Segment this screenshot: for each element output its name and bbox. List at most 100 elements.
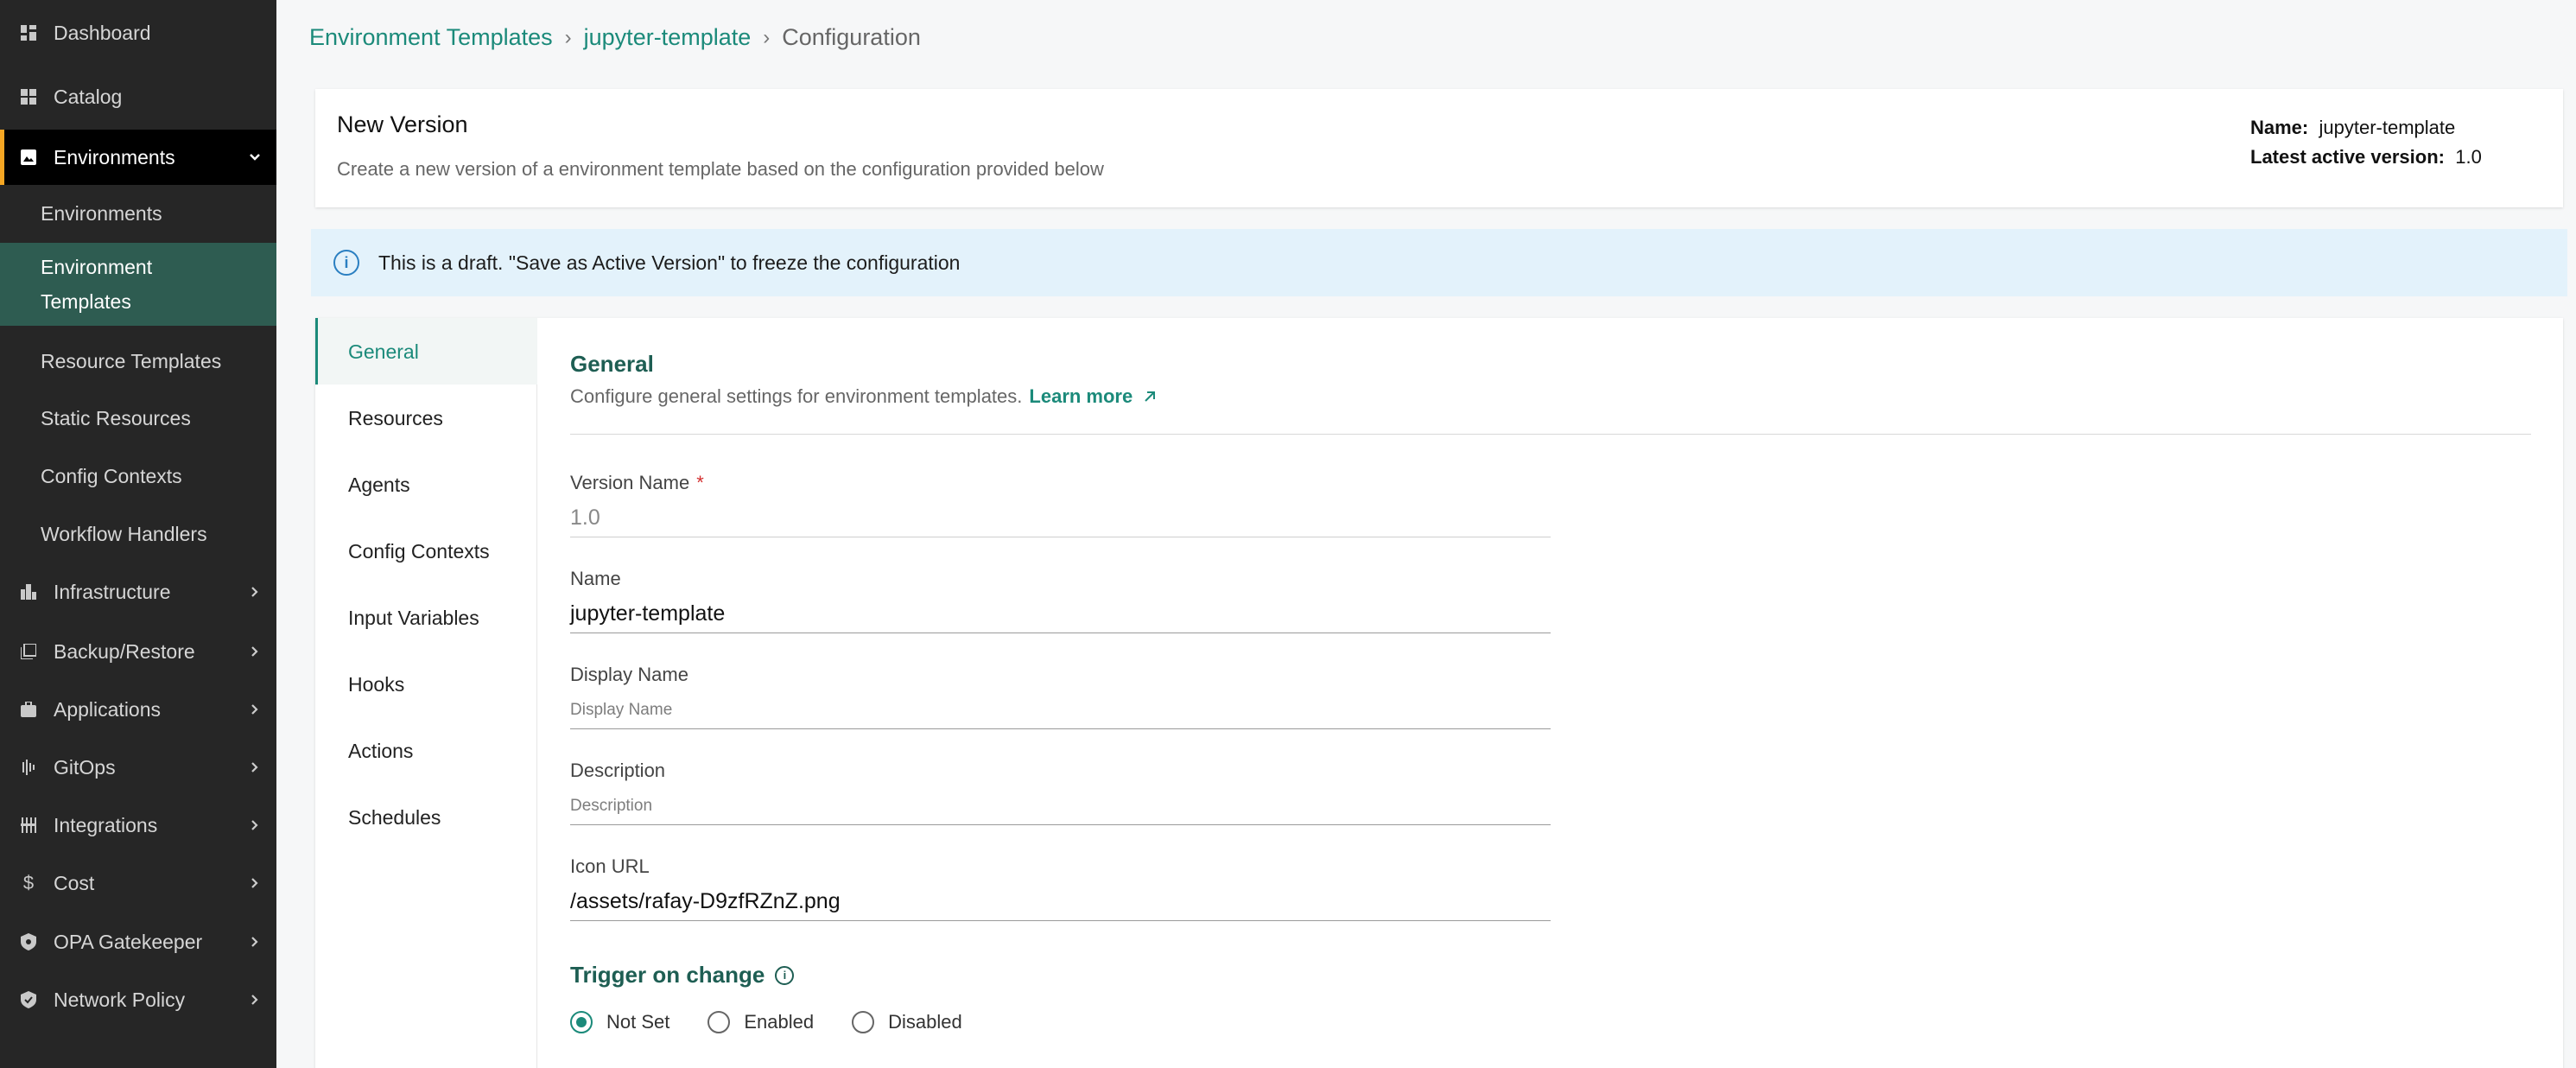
- radio-disabled[interactable]: Disabled: [852, 1011, 962, 1033]
- description-input[interactable]: Description: [570, 787, 1551, 825]
- sidebar-item-catalog[interactable]: Catalog: [0, 79, 276, 114]
- tab-actions[interactable]: Actions: [315, 717, 537, 784]
- sidebar-subitem-resource-templates[interactable]: Resource Templates: [0, 344, 276, 378]
- sidebar-item-dashboard[interactable]: Dashboard: [0, 16, 276, 50]
- sidebar-item-cost[interactable]: $ Cost: [0, 866, 276, 900]
- icon-url-field: Icon URL /assets/rafay-D9zfRZnZ.png: [570, 855, 1551, 921]
- page-description: Create a new version of a environment te…: [337, 158, 1104, 180]
- info-icon[interactable]: i: [775, 965, 795, 985]
- sidebar-subitem-label: Environments: [41, 202, 162, 225]
- trigger-on-change: Trigger on change i: [570, 962, 795, 989]
- sidebar-subitem-label: Workflow Handlers: [41, 523, 207, 545]
- version-name-label-text: Version Name: [570, 472, 690, 493]
- name-label: Name: [570, 568, 621, 589]
- shield-icon: [19, 932, 38, 951]
- section-divider: [570, 434, 2531, 435]
- breadcrumb-separator: ›: [564, 25, 572, 49]
- sidebar-subitem-static-resources[interactable]: Static Resources: [0, 401, 276, 435]
- radio-not-set[interactable]: Not Set: [570, 1011, 669, 1033]
- chevron-right-icon: [249, 877, 261, 889]
- sidebar-item-label: Infrastructure: [54, 580, 171, 603]
- section-description-text: Configure general settings for environme…: [570, 385, 1023, 407]
- description-label: Description: [570, 760, 666, 781]
- tab-schedules[interactable]: Schedules: [315, 784, 537, 850]
- sidebar-subitem-label: Config Contexts: [41, 465, 182, 487]
- sidebar-item-label: Catalog: [54, 85, 123, 108]
- sidebar-item-applications[interactable]: Applications: [0, 692, 276, 727]
- breadcrumb-separator: ›: [763, 25, 771, 49]
- sidebar-item-label: Integrations: [54, 813, 158, 836]
- tab-label: Agents: [348, 474, 410, 496]
- name-field: Name jupyter-template: [570, 568, 1551, 633]
- tab-config-contexts[interactable]: Config Contexts: [315, 518, 537, 584]
- sidebar-subitem-label: Static Resources: [41, 407, 191, 429]
- display-name-placeholder: Display Name: [570, 700, 673, 719]
- radio-label: Not Set: [606, 1011, 670, 1033]
- sidebar-item-label: Cost: [54, 871, 95, 894]
- version-value: 1.0: [2455, 146, 2482, 168]
- sidebar-item-label: Applications: [54, 697, 162, 721]
- radio-dot: [852, 1011, 875, 1033]
- radio-label: Disabled: [888, 1011, 962, 1033]
- chevron-right-icon: [249, 761, 261, 773]
- tab-hooks[interactable]: Hooks: [315, 651, 537, 717]
- sidebar-item-integrations[interactable]: Integrations: [0, 808, 276, 842]
- sidebar-item-backup-restore[interactable]: Backup/Restore: [0, 634, 276, 669]
- breadcrumb-environment-templates[interactable]: Environment Templates: [309, 24, 553, 51]
- sidebar-item-gitops[interactable]: GitOps: [0, 750, 276, 785]
- sidebar-subitem-workflow-handlers[interactable]: Workflow Handlers: [0, 517, 276, 551]
- environments-icon: [19, 148, 38, 167]
- tab-label: Hooks: [348, 673, 405, 696]
- tab-label: General: [348, 340, 419, 363]
- radio-enabled[interactable]: Enabled: [707, 1011, 814, 1033]
- breadcrumb: Environment Templates › jupyter-template…: [309, 24, 921, 51]
- sidebar-item-environments[interactable]: Environments: [0, 130, 276, 185]
- name-input[interactable]: jupyter-template: [570, 595, 1551, 633]
- sidebar-subitem-environments[interactable]: Environments: [0, 196, 276, 231]
- page-title: New Version: [337, 111, 468, 137]
- sidebar-item-label: Backup/Restore: [54, 639, 195, 663]
- display-name-input[interactable]: Display Name: [570, 691, 1551, 729]
- section-description: Configure general settings for environme…: [570, 385, 1157, 408]
- icon-url-input[interactable]: /assets/rafay-D9zfRZnZ.png: [570, 883, 1551, 921]
- backup-icon: [19, 642, 38, 661]
- sidebar-item-network-policy[interactable]: Network Policy: [0, 982, 276, 1017]
- tab-label: Input Variables: [348, 607, 479, 629]
- trigger-radio-group: Not Set Enabled Disabled: [570, 1011, 1000, 1033]
- external-link-icon: [1145, 391, 1156, 402]
- tab-general[interactable]: General: [315, 318, 537, 385]
- sidebar-item-infrastructure[interactable]: Infrastructure: [0, 575, 276, 609]
- chevron-right-icon: [249, 936, 261, 948]
- display-name-label: Display Name: [570, 664, 688, 685]
- chevron-down-icon: [249, 151, 261, 163]
- tab-resources[interactable]: Resources: [315, 385, 537, 451]
- version-name-label: Version Name *: [570, 472, 1551, 494]
- tab-input-variables[interactable]: Input Variables: [315, 584, 537, 651]
- description-placeholder: Description: [570, 796, 653, 815]
- tab-label: Resources: [348, 407, 443, 429]
- sidebar-item-label: Network Policy: [54, 988, 186, 1011]
- radio-dot: [707, 1011, 731, 1033]
- tab-label: Actions: [348, 740, 414, 762]
- icon-url-label: Icon URL: [570, 855, 650, 877]
- learn-more-link[interactable]: Learn more: [1029, 385, 1157, 407]
- version-label: Latest active version:: [2250, 146, 2445, 168]
- breadcrumb-jupyter-template[interactable]: jupyter-template: [584, 24, 752, 51]
- tab-label: Schedules: [348, 806, 441, 829]
- breadcrumb-current: Configuration: [782, 24, 921, 50]
- sidebar-subitem-label: Resource Templates: [41, 350, 222, 372]
- tab-label: Config Contexts: [348, 540, 490, 563]
- chevron-right-icon: [249, 586, 261, 598]
- sidebar-subitem-config-contexts[interactable]: Config Contexts: [0, 459, 276, 493]
- required-marker: *: [696, 472, 704, 493]
- radio-dot: [570, 1011, 593, 1033]
- sidebar-item-label: GitOps: [54, 755, 116, 779]
- template-meta: Name: jupyter-template Latest active ver…: [2250, 113, 2482, 172]
- sidebar-item-opa-gatekeeper[interactable]: OPA Gatekeeper: [0, 925, 276, 959]
- chevron-right-icon: [249, 819, 261, 831]
- sidebar-subitem-environment-templates[interactable]: Environment Templates: [0, 243, 276, 326]
- tab-agents[interactable]: Agents: [315, 451, 537, 518]
- version-name-field: Version Name * 1.0: [570, 472, 1551, 537]
- sidebar-item-label: Dashboard: [54, 21, 151, 44]
- version-name-input: 1.0: [570, 499, 1551, 537]
